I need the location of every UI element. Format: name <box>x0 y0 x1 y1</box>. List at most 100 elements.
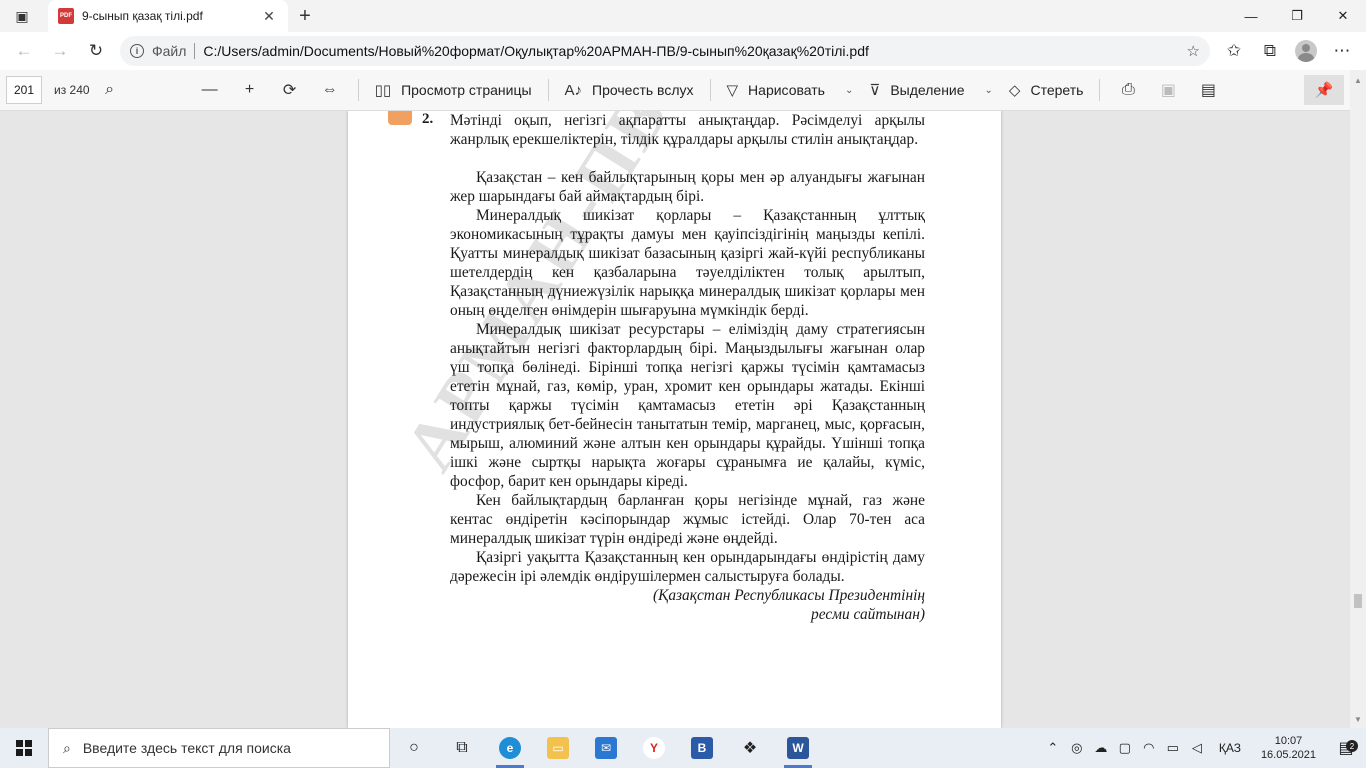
pdf-file-icon: PDF <box>58 8 74 24</box>
pin-toolbar-icon[interactable]: 📌 <box>1304 75 1344 105</box>
chevron-up-icon[interactable]: ⌃ <box>1041 740 1065 756</box>
search-placeholder: Введите здесь текст для поиска <box>82 740 291 756</box>
new-tab-button[interactable]: + <box>288 0 322 32</box>
refresh-button[interactable]: ↻ <box>78 36 114 66</box>
toolbar-divider <box>547 79 549 101</box>
address-divider <box>194 43 196 59</box>
volume-icon[interactable]: ◁ <box>1185 740 1209 756</box>
window-controls: — ❐ ✕ <box>1228 0 1366 32</box>
fit-page-icon[interactable]: ⇔ <box>310 75 350 105</box>
close-window-button[interactable]: ✕ <box>1320 0 1366 32</box>
page-text: Мәтінді оқып, негізгі ақпаратты анықтаңд… <box>450 111 925 624</box>
draw-button[interactable]: ▽ Нарисовать ⌄ <box>719 75 862 105</box>
highlight-label: Выделение <box>890 82 965 98</box>
tab-close-icon[interactable]: ✕ <box>260 8 278 25</box>
scroll-up-icon[interactable]: ▲ <box>1354 76 1362 85</box>
eraser-icon: ◇ <box>1008 82 1021 99</box>
page-number-input[interactable]: 201 <box>6 76 42 104</box>
clock-time: 10:07 <box>1274 735 1303 747</box>
info-icon[interactable]: i <box>130 44 144 58</box>
task-number: 2. <box>422 111 434 127</box>
task-view-icon[interactable]: ⧉ <box>438 728 486 768</box>
cortana-icon[interactable]: ○ <box>390 728 438 768</box>
dropbox-icon[interactable]: ❖ <box>726 728 774 768</box>
source-line-2: ресми сайтынан) <box>811 606 925 623</box>
edge-icon[interactable]: e <box>486 728 534 768</box>
chevron-down-icon[interactable]: ⌄ <box>845 85 853 96</box>
battery-icon[interactable]: ▭ <box>1161 740 1185 756</box>
minimize-button[interactable]: — <box>1228 0 1274 32</box>
save-icon[interactable]: ▣ <box>1148 75 1188 105</box>
yandex-browser-icon[interactable]: Y <box>630 728 678 768</box>
search-icon: ⌕ <box>63 739 71 756</box>
scheme-label: Файл <box>152 43 187 59</box>
source-line-1: (Қазақстан Республикасы Президентінің <box>653 587 925 604</box>
scroll-down-icon[interactable]: ▼ <box>1354 715 1362 724</box>
page-view-icon: ▯▯ <box>374 82 392 99</box>
print-icon[interactable]: ⎙ <box>1108 75 1148 105</box>
collections-icon[interactable]: ⧉ <box>1252 36 1288 66</box>
add-favorite-icon[interactable]: ☆ <box>1187 42 1200 60</box>
clock[interactable]: 10:07 16.05.2021 <box>1251 734 1326 762</box>
tab-active[interactable]: PDF 9-сынып қазақ тілі.pdf ✕ <box>48 0 288 32</box>
highlight-button[interactable]: ⊽ Выделение ⌄ <box>861 75 1001 105</box>
start-button[interactable] <box>0 728 48 768</box>
security-icon[interactable]: ◎ <box>1065 740 1089 756</box>
taskbar: ⌕ Введите здесь текст для поиска ○ ⧉ e ▭… <box>0 728 1366 768</box>
windows-logo-icon <box>16 740 32 756</box>
vk-icon[interactable]: B <box>678 728 726 768</box>
zoom-out-icon[interactable]: — <box>190 75 230 105</box>
page-view-button[interactable]: ▯▯ Просмотр страницы <box>367 75 540 105</box>
search-icon[interactable]: ⌕ <box>90 75 130 105</box>
paragraph: Минералдық шикізат қорлары – Қазақстанны… <box>450 207 925 319</box>
pdf-page: АРМАН-ПВ 2. Мәтінді оқып, негізгі ақпара… <box>348 111 1001 728</box>
taskbar-search[interactable]: ⌕ Введите здесь текст для поиска <box>48 728 390 768</box>
draw-label: Нарисовать <box>748 82 825 98</box>
url-text[interactable]: C:/Users/admin/Documents/Новый%20формат/… <box>203 43 1178 59</box>
avatar <box>1295 40 1317 62</box>
read-aloud-label: Прочесть вслух <box>592 82 694 98</box>
paragraph: Қазіргі уақытта Қазақстанның кен орындар… <box>450 549 925 585</box>
page-total-label: из 240 <box>54 83 90 97</box>
erase-button[interactable]: ◇ Стереть <box>1001 75 1092 105</box>
maximize-button[interactable]: ❐ <box>1274 0 1320 32</box>
toolbar-divider <box>709 79 711 101</box>
read-aloud-button[interactable]: A♪ Прочесть вслух <box>557 75 702 105</box>
system-tray: ⌃ ◎ ☁ ▢ ◠ ▭ ◁ ҚАЗ 10:07 16.05.2021 ▤2 <box>1041 728 1366 768</box>
rotate-icon[interactable]: ⟳ <box>270 75 310 105</box>
profile-button[interactable] <box>1288 36 1324 66</box>
paragraph: Кен байлықтардың барланған қоры негізінд… <box>450 492 925 547</box>
task-marker-icon <box>388 111 412 125</box>
navigation-bar: ← → ↻ i Файл C:/Users/admin/Documents/Но… <box>0 32 1366 70</box>
pen-icon: ▽ <box>726 82 739 99</box>
clock-date: 16.05.2021 <box>1260 749 1316 761</box>
language-indicator[interactable]: ҚАЗ <box>1209 741 1251 755</box>
tab-strip: ▣ PDF 9-сынып қазақ тілі.pdf ✕ + — ❐ ✕ <box>0 0 1366 32</box>
pdf-viewer[interactable]: АРМАН-ПВ 2. Мәтінді оқып, негізгі ақпара… <box>0 111 1350 728</box>
favorites-icon[interactable]: ✩ <box>1216 36 1252 66</box>
read-aloud-icon: A♪ <box>564 81 583 99</box>
tab-actions-icon[interactable]: ▣ <box>0 0 44 32</box>
chevron-down-icon[interactable]: ⌄ <box>985 85 993 96</box>
task-text: Мәтінді оқып, негізгі ақпаратты анықтаңд… <box>450 112 925 148</box>
forward-button[interactable]: → <box>42 36 78 66</box>
paragraph: Қазақстан – кен байлықтарының қоры мен ә… <box>450 169 925 205</box>
back-button[interactable]: ← <box>6 36 42 66</box>
zoom-in-icon[interactable]: + <box>230 75 270 105</box>
pdf-toolbar: 201 из 240 ⌕ — + ⟳ ⇔ ▯▯ Просмотр страниц… <box>0 70 1366 111</box>
scroll-thumb[interactable] <box>1354 594 1362 608</box>
toolbar-divider <box>357 79 359 101</box>
vertical-scrollbar[interactable]: ▲ ▼ <box>1350 70 1366 728</box>
erase-label: Стереть <box>1030 82 1084 98</box>
address-bar[interactable]: i Файл C:/Users/admin/Documents/Новый%20… <box>120 36 1210 66</box>
file-explorer-icon[interactable]: ▭ <box>534 728 582 768</box>
device-icon[interactable]: ▢ <box>1113 740 1137 756</box>
word-icon[interactable]: W <box>774 728 822 768</box>
toolbar-divider <box>1099 79 1101 101</box>
notification-center-icon[interactable]: ▤2 <box>1326 738 1366 758</box>
more-menu-icon[interactable]: ⋯ <box>1324 36 1360 66</box>
wifi-icon[interactable]: ◠ <box>1137 740 1161 756</box>
mail-icon[interactable]: ✉ <box>582 728 630 768</box>
save-as-icon[interactable]: ▤ <box>1188 75 1228 105</box>
onedrive-icon[interactable]: ☁ <box>1089 740 1113 756</box>
